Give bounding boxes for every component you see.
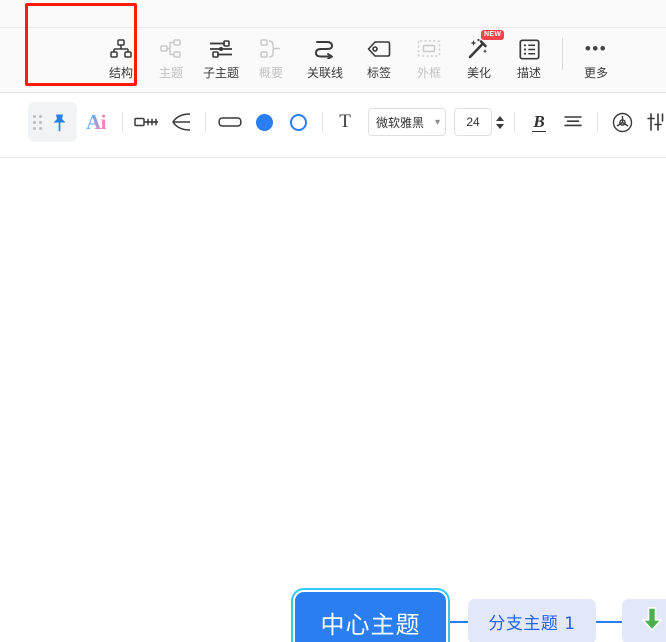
- ribbon-separator: [562, 38, 563, 70]
- branch-style-icon[interactable]: [164, 105, 198, 139]
- app-window: 结构 主题 子主题 概要 关联线 标签 外框 NEW 美化 描述 ••• 更多 …: [0, 0, 666, 642]
- central-node-text: 中心主题: [320, 610, 421, 639]
- font-size-stepper[interactable]: [496, 115, 504, 129]
- ribbon-item-more[interactable]: ••• 更多: [571, 28, 621, 81]
- ribbon-item-subtopic[interactable]: 子主题: [196, 28, 246, 81]
- ribbon-item-beautify[interactable]: NEW 美化: [454, 28, 505, 81]
- mindmap-third-node[interactable]: [622, 599, 666, 642]
- format-toolbar: Ai T 微软雅黑 ▾ 24 B: [0, 94, 666, 150]
- green-down-arrow-icon: [639, 605, 665, 638]
- border-color-button[interactable]: [281, 105, 315, 139]
- topic-icon: [160, 36, 182, 62]
- toolbar-separator: [597, 112, 598, 132]
- ribbon-item-relation-line[interactable]: 关联线: [296, 28, 354, 81]
- ribbon-item-label: 概要: [258, 66, 283, 80]
- ribbon-item-structure[interactable]: 结构: [96, 28, 146, 81]
- font-family-value: 微软雅黑: [376, 115, 425, 130]
- toolbar-separator: [122, 112, 123, 132]
- description-icon: [518, 36, 540, 62]
- font-size-input[interactable]: 24: [454, 108, 492, 136]
- border-color-swatch: [289, 113, 307, 131]
- ai-assistant-button[interactable]: Ai: [77, 105, 115, 139]
- ribbon-item-label: 更多: [583, 66, 608, 80]
- fill-color-swatch: [255, 113, 273, 131]
- mindmap-central-node[interactable]: 中心主题: [295, 592, 446, 642]
- bold-button[interactable]: B: [522, 105, 556, 139]
- ribbon-item-label: 美化: [466, 66, 491, 80]
- font-family-select[interactable]: 微软雅黑 ▾: [368, 108, 446, 136]
- ribbon-item-label: 描述: [516, 66, 541, 80]
- mindmap-canvas[interactable]: 中心主题 分支主题 1: [0, 158, 666, 642]
- align-center-icon[interactable]: [556, 105, 590, 139]
- insert-ribbon-toolbar: 结构 主题 子主题 概要 关联线 标签 外框 NEW 美化 描述 ••• 更多: [0, 0, 666, 93]
- ai-label: Ai: [86, 109, 107, 134]
- more-dots-icon: •••: [584, 39, 608, 58]
- new-badge: NEW: [481, 30, 505, 40]
- toolbar-separator: [514, 112, 515, 132]
- tag-icon: [367, 36, 391, 62]
- sliders-icon[interactable]: [639, 105, 666, 139]
- font-size-value: 24: [466, 115, 480, 129]
- ribbon-item-label: 主题: [158, 66, 183, 80]
- text-icon-label: T: [339, 111, 351, 132]
- pin-icon[interactable]: [47, 108, 71, 136]
- target-icon[interactable]: [605, 105, 639, 139]
- toolbar-pin-group: [28, 102, 77, 142]
- drag-handle-icon[interactable]: [33, 114, 42, 130]
- subtopic-icon: [209, 36, 233, 62]
- line-style-icon[interactable]: [130, 105, 164, 139]
- connector-branch-to-third: [596, 621, 623, 623]
- toolbar-separator: [322, 112, 323, 132]
- stepper-up-icon[interactable]: [496, 115, 504, 121]
- hierarchy-icon: [110, 36, 132, 62]
- chevron-down-icon: ▾: [434, 116, 440, 128]
- mindmap-branch-node[interactable]: 分支主题 1: [468, 599, 596, 642]
- ribbon-item-list: 结构 主题 子主题 概要 关联线 标签 外框 NEW 美化 描述 ••• 更多: [0, 28, 666, 92]
- bold-label: B: [532, 111, 546, 132]
- relation-line-icon: [314, 36, 336, 62]
- ribbon-item-frame[interactable]: 外框: [404, 28, 454, 81]
- ribbon-item-label: 子主题: [202, 66, 239, 80]
- connector-central-to-branch: [446, 621, 469, 623]
- text-style-button[interactable]: T: [330, 105, 360, 139]
- stepper-down-icon[interactable]: [496, 123, 504, 129]
- summary-icon: [260, 36, 282, 62]
- branch-node-text: 分支主题 1: [488, 614, 576, 634]
- ribbon-item-label: 结构: [108, 66, 133, 80]
- rounded-rect-shape-icon[interactable]: [213, 105, 247, 139]
- ribbon-item-description[interactable]: 描述: [504, 28, 554, 81]
- fill-color-button[interactable]: [247, 105, 281, 139]
- ribbon-item-topic[interactable]: 主题: [146, 28, 196, 81]
- ribbon-item-summary[interactable]: 概要: [246, 28, 296, 81]
- ribbon-item-label: 外框: [416, 66, 441, 80]
- ribbon-item-tag[interactable]: 标签: [354, 28, 404, 81]
- frame-icon: [417, 36, 441, 62]
- toolbar-separator: [205, 112, 206, 132]
- ribbon-item-label: 关联线: [306, 66, 343, 80]
- ribbon-item-label: 标签: [366, 66, 391, 80]
